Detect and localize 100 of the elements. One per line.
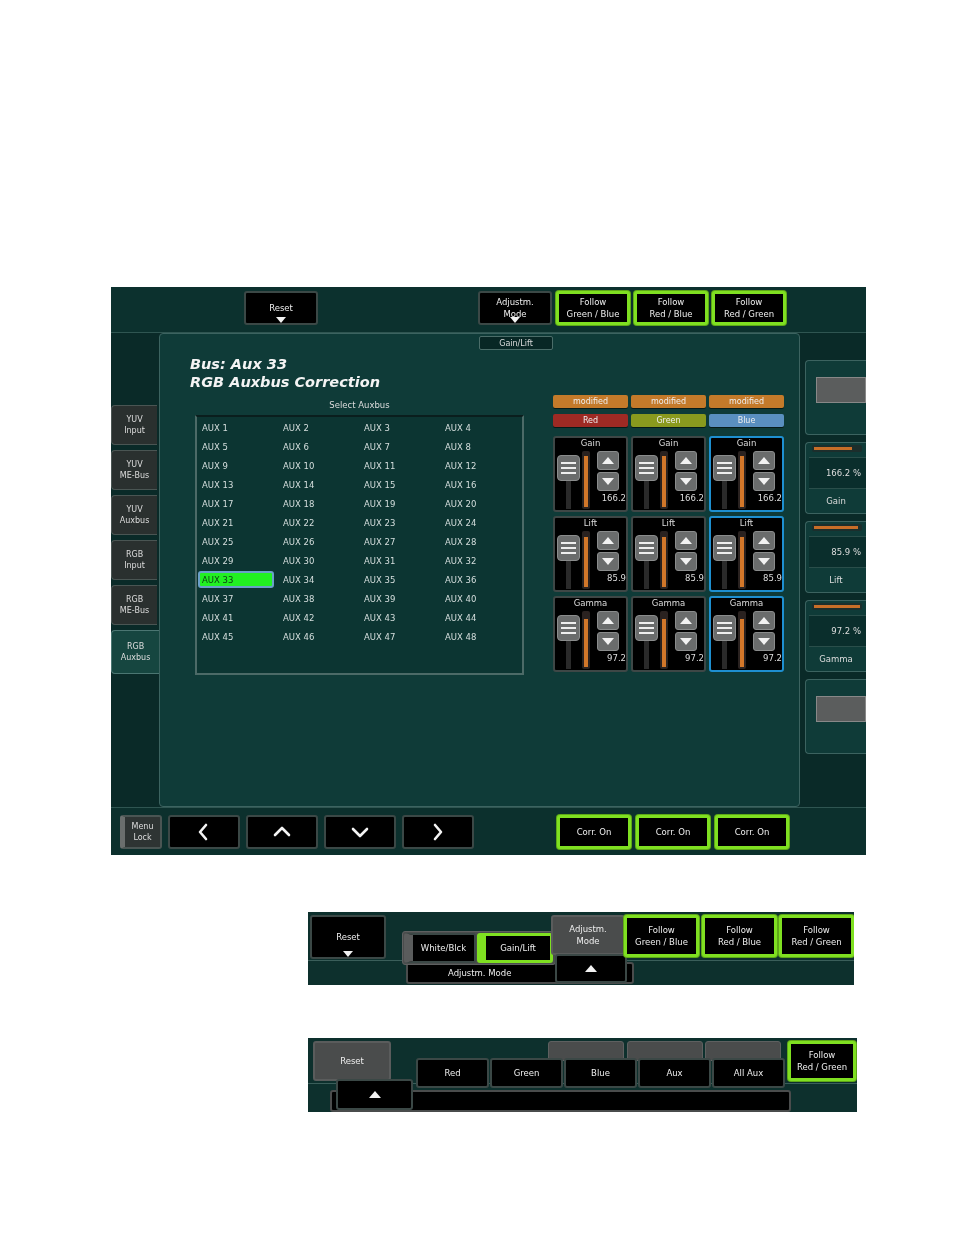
follow-button[interactable]: Follow Green / Blue (556, 291, 630, 325)
increment-button[interactable] (597, 531, 619, 550)
side-tab[interactable]: YUV Auxbus (111, 495, 157, 535)
corr-button[interactable]: Corr. On (715, 814, 789, 849)
auxbus-item[interactable]: AUX 5 (198, 438, 274, 455)
hidden-tab[interactable] (548, 1041, 624, 1061)
fader-thumb[interactable] (713, 535, 736, 561)
fader-thumb[interactable] (635, 615, 658, 641)
hidden-tab[interactable] (705, 1041, 781, 1061)
corr-button[interactable]: Corr. On (636, 814, 710, 849)
auxbus-item[interactable]: AUX 13 (198, 476, 274, 493)
auxbus-item[interactable]: AUX 39 (360, 590, 436, 607)
side-tab[interactable]: YUV Input (111, 405, 157, 445)
hidden-tab[interactable] (627, 1041, 703, 1061)
auxbus-item[interactable]: AUX 10 (279, 457, 355, 474)
increment-button[interactable] (597, 611, 619, 630)
auxbus-item[interactable]: AUX 28 (441, 533, 517, 550)
follow-button[interactable]: Follow Green / Blue (624, 915, 699, 957)
follow-button[interactable]: Follow Red / Green (779, 915, 854, 957)
menu-button[interactable]: Adjustm. Mode (551, 915, 625, 955)
decrement-button[interactable] (597, 472, 619, 491)
increment-button[interactable] (753, 611, 775, 630)
auxbus-item[interactable]: AUX 34 (279, 571, 355, 588)
auxbus-item[interactable]: AUX 4 (441, 419, 517, 436)
fader-thumb[interactable] (557, 615, 580, 641)
reset-button[interactable]: Reset (313, 1041, 391, 1081)
menu-lock-button[interactable]: Menu Lock (120, 814, 162, 849)
auxbus-item[interactable]: AUX 2 (279, 419, 355, 436)
auxbus-item[interactable]: AUX 40 (441, 590, 517, 607)
option-button[interactable]: Gain/Lift (477, 933, 553, 963)
nav-button[interactable] (402, 814, 474, 849)
decrement-button[interactable] (675, 552, 697, 571)
auxbus-item[interactable]: AUX 45 (198, 628, 274, 645)
auxbus-item[interactable]: AUX 43 (360, 609, 436, 626)
auxbus-item[interactable]: AUX 16 (441, 476, 517, 493)
auxbus-item[interactable]: AUX 29 (198, 552, 274, 569)
auxbus-item[interactable]: AUX 33 (198, 571, 274, 588)
auxbus-item[interactable]: AUX 14 (279, 476, 355, 493)
auxbus-item[interactable]: AUX 22 (279, 514, 355, 531)
collapse-button[interactable] (555, 954, 627, 983)
menu-button[interactable]: Reset (244, 291, 318, 325)
auxbus-item[interactable]: AUX 19 (360, 495, 436, 512)
auxbus-item[interactable]: AUX 37 (198, 590, 274, 607)
increment-button[interactable] (675, 531, 697, 550)
menu-button[interactable]: Reset (310, 915, 386, 959)
auxbus-item[interactable]: AUX 12 (441, 457, 517, 474)
decrement-button[interactable] (597, 552, 619, 571)
auxbus-item[interactable]: AUX 6 (279, 438, 355, 455)
auxbus-item[interactable]: AUX 32 (441, 552, 517, 569)
side-tab[interactable]: RGB Auxbus (111, 630, 159, 674)
fader-thumb[interactable] (635, 455, 658, 481)
auxbus-item[interactable]: AUX 38 (279, 590, 355, 607)
follow-button[interactable]: Follow Red / Green (788, 1041, 856, 1081)
auxbus-item[interactable]: AUX 9 (198, 457, 274, 474)
nav-button[interactable] (168, 814, 240, 849)
option-button[interactable]: Green (490, 1058, 563, 1088)
auxbus-item[interactable]: AUX 27 (360, 533, 436, 550)
decrement-button[interactable] (753, 472, 775, 491)
auxbus-item[interactable]: AUX 48 (441, 628, 517, 645)
auxbus-item[interactable]: AUX 35 (360, 571, 436, 588)
auxbus-item[interactable]: AUX 18 (279, 495, 355, 512)
auxbus-item[interactable]: AUX 46 (279, 628, 355, 645)
corr-button[interactable]: Corr. On (557, 814, 631, 849)
auxbus-item[interactable]: AUX 41 (198, 609, 274, 626)
decrement-button[interactable] (675, 472, 697, 491)
decrement-button[interactable] (753, 552, 775, 571)
option-button[interactable]: Aux (638, 1058, 711, 1088)
auxbus-item[interactable]: AUX 21 (198, 514, 274, 531)
auxbus-item[interactable]: AUX 26 (279, 533, 355, 550)
side-tab[interactable]: YUV ME-Bus (111, 450, 157, 490)
auxbus-item[interactable]: AUX 24 (441, 514, 517, 531)
auxbus-item[interactable]: AUX 36 (441, 571, 517, 588)
fader-thumb[interactable] (713, 455, 736, 481)
increment-button[interactable] (597, 451, 619, 470)
auxbus-item[interactable]: AUX 15 (360, 476, 436, 493)
option-button[interactable]: Blue (564, 1058, 637, 1088)
auxbus-item[interactable]: AUX 17 (198, 495, 274, 512)
option-button[interactable]: White/Blck (404, 933, 476, 963)
option-button[interactable]: Red (416, 1058, 489, 1088)
option-button[interactable]: All Aux (712, 1058, 785, 1088)
auxbus-item[interactable]: AUX 47 (360, 628, 436, 645)
follow-button[interactable]: Follow Red / Blue (634, 291, 708, 325)
auxbus-item[interactable]: AUX 25 (198, 533, 274, 550)
increment-button[interactable] (753, 531, 775, 550)
decrement-button[interactable] (675, 632, 697, 651)
follow-button[interactable]: Follow Red / Blue (702, 915, 777, 957)
auxbus-item[interactable]: AUX 20 (441, 495, 517, 512)
fader-thumb[interactable] (635, 535, 658, 561)
nav-button[interactable] (246, 814, 318, 849)
decrement-button[interactable] (753, 632, 775, 651)
fader-thumb[interactable] (713, 615, 736, 641)
auxbus-item[interactable]: AUX 8 (441, 438, 517, 455)
auxbus-item[interactable]: AUX 7 (360, 438, 436, 455)
auxbus-item[interactable]: AUX 3 (360, 419, 436, 436)
nav-button[interactable] (324, 814, 396, 849)
auxbus-item[interactable]: AUX 1 (198, 419, 274, 436)
auxbus-item[interactable]: AUX 23 (360, 514, 436, 531)
auxbus-item[interactable]: AUX 11 (360, 457, 436, 474)
decrement-button[interactable] (597, 632, 619, 651)
increment-button[interactable] (675, 451, 697, 470)
